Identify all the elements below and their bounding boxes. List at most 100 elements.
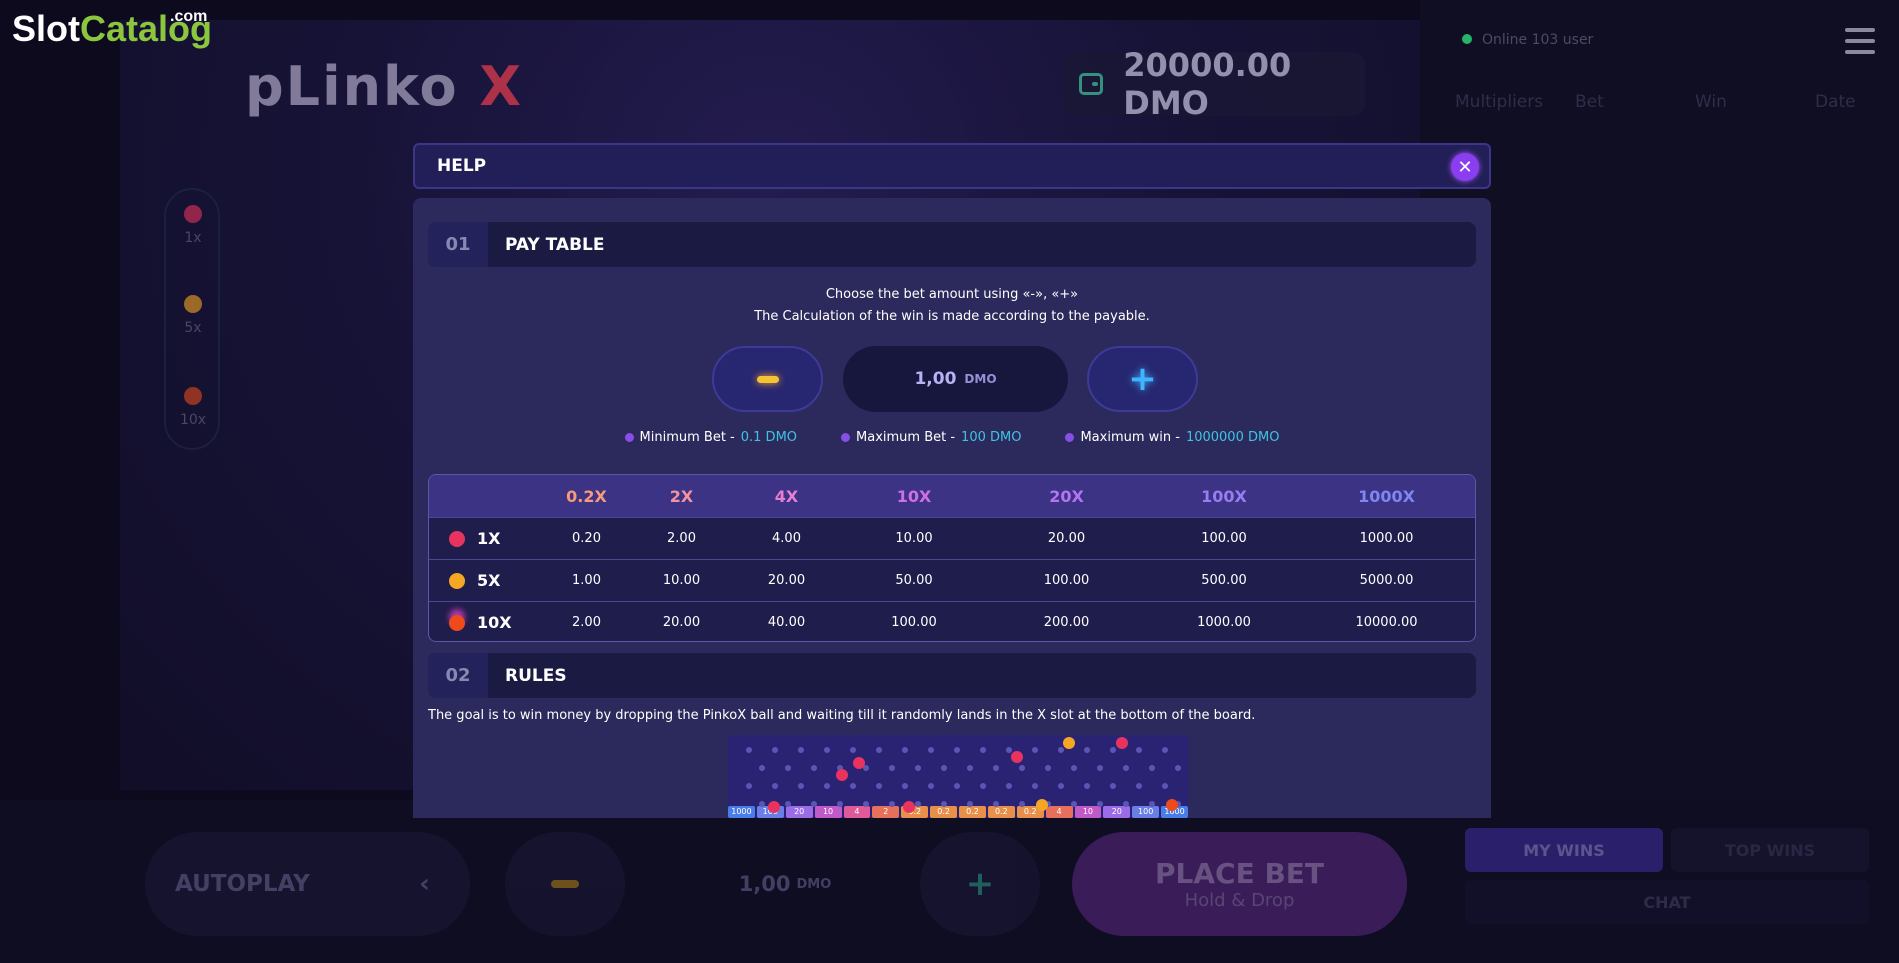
- paytable-header: 4X: [774, 486, 799, 506]
- board-peg: [1123, 801, 1129, 807]
- board-peg: [1019, 801, 1025, 807]
- tab-my-wins[interactable]: MY WINS: [1465, 828, 1663, 872]
- board-peg: [824, 747, 830, 753]
- board-slot: 4: [843, 806, 871, 818]
- bet-increase-button[interactable]: +: [920, 832, 1040, 936]
- col-date: Date: [1815, 92, 1856, 112]
- board-peg: [1071, 801, 1077, 807]
- table-cell: 10.00: [895, 531, 933, 546]
- ball-10x-icon: [184, 387, 202, 405]
- paytable: 0.2X 2X 4X 10X 20X 100X 1000X 1X 0.20 2.…: [428, 474, 1476, 642]
- board-ball: [836, 769, 848, 781]
- board-peg: [863, 801, 869, 807]
- board-peg: [928, 783, 934, 789]
- board-slot: 20: [1103, 806, 1131, 818]
- board-peg: [1162, 747, 1168, 753]
- board-slot: 4: [1045, 806, 1073, 818]
- table-cell: 100.00: [891, 615, 937, 630]
- board-slot: 100: [1132, 806, 1160, 818]
- ball-5x-icon: [184, 295, 202, 313]
- board-peg: [889, 801, 895, 807]
- table-cell: 1.00: [572, 573, 601, 588]
- help-title: HELP: [437, 156, 487, 176]
- board-peg: [746, 747, 752, 753]
- board-peg: [876, 747, 882, 753]
- section-number: 01: [428, 222, 488, 267]
- section-title: RULES: [505, 665, 567, 686]
- paytable-header: 0.2X: [566, 486, 607, 506]
- board-peg: [811, 801, 817, 807]
- help-increase-button[interactable]: +: [1087, 346, 1198, 412]
- board-peg: [967, 801, 973, 807]
- paytable-instruction-2: The Calculation of the win is made accor…: [754, 309, 1150, 324]
- autoplay-button[interactable]: AUTOPLAY ‹: [145, 832, 470, 936]
- board-peg: [928, 747, 934, 753]
- table-cell: 2.00: [667, 531, 696, 546]
- board-slot: 0.2: [959, 806, 986, 818]
- paytable-header-row: 0.2X 2X 4X 10X 20X 100X 1000X: [429, 475, 1475, 517]
- board-peg: [824, 783, 830, 789]
- board-peg: [1149, 765, 1155, 771]
- bet-decrease-button[interactable]: [505, 832, 625, 936]
- board-peg: [798, 783, 804, 789]
- max-win-info: Maximum win -1000000 DMO: [1065, 430, 1279, 445]
- wins-tabs: MY WINS TOP WINS: [1465, 828, 1869, 872]
- board-peg: [902, 747, 908, 753]
- table-cell: 100.00: [1201, 531, 1247, 546]
- board-peg: [915, 801, 921, 807]
- board-peg: [1136, 783, 1142, 789]
- col-bet: Bet: [1575, 92, 1604, 112]
- game-logo: pLinko X: [245, 55, 524, 118]
- board-peg: [1058, 783, 1064, 789]
- table-cell: 40.00: [767, 615, 806, 630]
- board-peg: [850, 783, 856, 789]
- table-row: 1X 0.20 2.00 4.00 10.00 20.00 100.00 100…: [429, 517, 1475, 559]
- legend-5x-label: 5x: [184, 320, 202, 336]
- board-ball: [853, 757, 865, 769]
- board-peg: [1045, 765, 1051, 771]
- table-cell: 20.00: [1047, 531, 1086, 546]
- wallet-icon: [1079, 73, 1104, 95]
- menu-icon[interactable]: [1845, 28, 1875, 61]
- ball-5x-icon: [449, 572, 465, 589]
- place-bet-button[interactable]: PLACE BET Hold & Drop: [1072, 832, 1407, 936]
- chat-button[interactable]: CHAT: [1465, 880, 1869, 924]
- balance-value: 20000.00 DMO: [1123, 46, 1292, 122]
- help-modal-body: 01 PAY TABLE Choose the bet amount using…: [413, 198, 1491, 818]
- board-peg: [811, 765, 817, 771]
- board-peg: [1123, 765, 1129, 771]
- board-peg: [941, 801, 947, 807]
- table-cell: 200.00: [1043, 615, 1090, 630]
- board-peg: [850, 747, 856, 753]
- board-peg: [980, 747, 986, 753]
- section-number: 02: [428, 653, 488, 698]
- rules-description: The goal is to win money by dropping the…: [428, 708, 1256, 723]
- board-peg: [1110, 747, 1116, 753]
- board-slot: 20: [785, 806, 813, 818]
- board-peg: [837, 801, 843, 807]
- balance-display: 20000.00 DMO: [1065, 46, 1365, 122]
- board-slot: 2: [872, 806, 900, 818]
- paytable-header: 1000X: [1358, 486, 1415, 506]
- board-peg: [1032, 783, 1038, 789]
- board-ball: [1116, 737, 1128, 749]
- ball-1x-icon: [449, 530, 465, 547]
- board-slot: 1000: [728, 806, 755, 818]
- tab-top-wins[interactable]: TOP WINS: [1671, 828, 1869, 872]
- board-peg: [954, 747, 960, 753]
- board-peg: [1097, 801, 1103, 807]
- paytable-header: 10X: [896, 486, 932, 506]
- board-ball: [903, 801, 915, 813]
- close-icon[interactable]: ✕: [1451, 153, 1479, 181]
- help-decrease-button[interactable]: [712, 346, 823, 412]
- board-ball: [1063, 737, 1075, 749]
- board-slot: 10: [1074, 806, 1102, 818]
- board-ball: [768, 801, 780, 813]
- board-peg: [1097, 765, 1103, 771]
- board-peg: [772, 783, 778, 789]
- bet-amount-display: 1,00 DMO: [738, 872, 832, 896]
- board-peg: [941, 765, 947, 771]
- paytable-header: 100X: [1201, 486, 1247, 506]
- minus-icon: [756, 375, 779, 383]
- board-slot: 10: [814, 806, 842, 818]
